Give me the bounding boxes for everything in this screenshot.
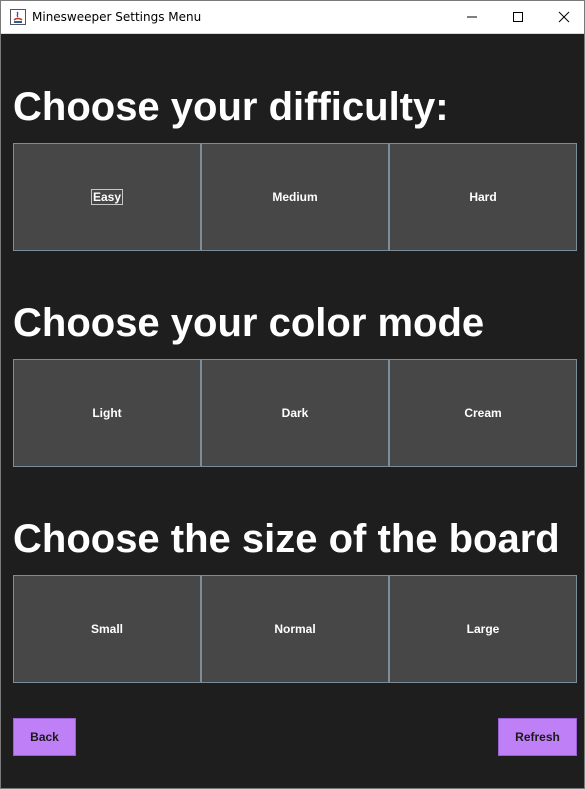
color-mode-options: Light Dark Cream [13,359,577,467]
close-button[interactable] [541,1,585,33]
close-icon [558,11,570,23]
app-window: Minesweeper Settings Menu Choose your di… [0,0,585,789]
color-mode-cream-label: Cream [464,406,502,420]
board-size-options: Small Normal Large [13,575,577,683]
color-mode-cream-button[interactable]: Cream [389,359,577,467]
window-title: Minesweeper Settings Menu [32,10,202,24]
java-app-icon [10,9,26,25]
board-size-normal-button[interactable]: Normal [201,575,389,683]
difficulty-easy-label: Easy [90,189,124,205]
difficulty-heading: Choose your difficulty: [13,85,449,129]
maximize-icon [512,11,524,23]
back-button[interactable]: Back [13,718,76,756]
board-size-large-label: Large [466,622,500,636]
board-size-heading: Choose the size of the board [13,517,560,561]
difficulty-medium-label: Medium [272,190,318,204]
color-mode-dark-label: Dark [281,406,309,420]
difficulty-options: Easy Medium Hard [13,143,577,251]
board-size-small-label: Small [90,622,123,636]
minimize-icon [466,11,478,23]
difficulty-hard-label: Hard [469,190,497,204]
difficulty-medium-button[interactable]: Medium [201,143,389,251]
board-size-large-button[interactable]: Large [389,575,577,683]
title-bar[interactable]: Minesweeper Settings Menu [1,1,584,34]
minimize-button[interactable] [449,1,495,33]
board-size-small-button[interactable]: Small [13,575,201,683]
color-mode-light-label: Light [92,406,122,420]
difficulty-easy-button[interactable]: Easy [13,143,201,251]
difficulty-hard-button[interactable]: Hard [389,143,577,251]
color-mode-light-button[interactable]: Light [13,359,201,467]
maximize-button[interactable] [495,1,541,33]
color-mode-dark-button[interactable]: Dark [201,359,389,467]
board-size-normal-label: Normal [274,622,316,636]
refresh-button[interactable]: Refresh [498,718,577,756]
color-mode-heading: Choose your color mode [13,301,485,345]
